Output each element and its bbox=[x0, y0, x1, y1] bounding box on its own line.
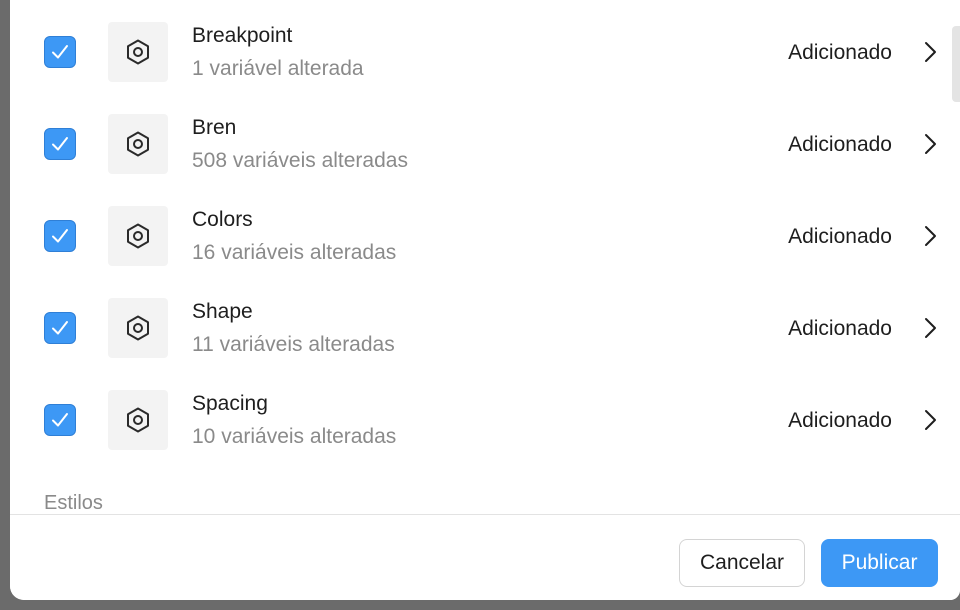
collection-status: Adicionado bbox=[788, 41, 892, 64]
chevron-right-icon[interactable] bbox=[920, 132, 940, 156]
checkmark-icon bbox=[52, 413, 68, 427]
collection-checkbox[interactable] bbox=[44, 128, 76, 160]
list-item[interactable]: Shape 11 variáveis alteradas Adicionado bbox=[10, 282, 950, 374]
dialog-footer: Cancelar Publicar bbox=[10, 514, 960, 600]
collection-status: Adicionado bbox=[788, 317, 892, 340]
collection-checkbox[interactable] bbox=[44, 220, 76, 252]
variable-collection-tile bbox=[108, 114, 168, 174]
collection-list: Breakpoint 1 variável alterada Adicionad… bbox=[10, 0, 950, 514]
collection-checkbox[interactable] bbox=[44, 404, 76, 436]
checkmark-icon bbox=[52, 137, 68, 151]
collection-status: Adicionado bbox=[788, 409, 892, 432]
list-item[interactable]: Spacing 10 variáveis alteradas Adicionad… bbox=[10, 374, 950, 466]
collection-changes: 1 variável alterada bbox=[192, 57, 364, 80]
collection-status: Adicionado bbox=[788, 133, 892, 156]
list-item[interactable]: Colors 16 variáveis alteradas Adicionado bbox=[10, 190, 950, 282]
checkmark-icon bbox=[52, 229, 68, 243]
collection-status: Adicionado bbox=[788, 225, 892, 248]
collection-name: Colors bbox=[192, 208, 253, 231]
chevron-right-icon[interactable] bbox=[920, 408, 940, 432]
collection-changes: 10 variáveis alteradas bbox=[192, 425, 397, 448]
collection-name: Bren bbox=[192, 116, 237, 139]
variable-collection-tile bbox=[108, 22, 168, 82]
variable-collection-tile bbox=[108, 206, 168, 266]
collection-checkbox[interactable] bbox=[44, 36, 76, 68]
list-item[interactable]: Breakpoint 1 variável alterada Adicionad… bbox=[10, 6, 950, 98]
list-item[interactable]: Bren 508 variáveis alteradas Adicionado bbox=[10, 98, 950, 190]
collection-name: Shape bbox=[192, 300, 253, 323]
hexagon-icon bbox=[127, 407, 149, 433]
hexagon-icon bbox=[127, 39, 149, 65]
hexagon-icon bbox=[127, 223, 149, 249]
variable-collection-tile bbox=[108, 298, 168, 358]
checkmark-icon bbox=[52, 321, 68, 335]
collection-name: Breakpoint bbox=[192, 24, 293, 47]
variable-collection-tile bbox=[108, 390, 168, 450]
collection-changes: 508 variáveis alteradas bbox=[192, 149, 408, 172]
publish-button[interactable]: Publicar bbox=[821, 539, 938, 587]
chevron-right-icon[interactable] bbox=[920, 316, 940, 340]
checkmark-icon bbox=[52, 45, 68, 59]
cancel-button[interactable]: Cancelar bbox=[679, 539, 805, 587]
scrollbar[interactable] bbox=[952, 26, 960, 102]
chevron-right-icon[interactable] bbox=[920, 224, 940, 248]
publish-dialog: Breakpoint 1 variável alterada Adicionad… bbox=[10, 0, 960, 600]
chevron-right-icon[interactable] bbox=[920, 40, 940, 64]
collection-changes: 16 variáveis alteradas bbox=[192, 241, 397, 264]
hexagon-icon bbox=[127, 315, 149, 341]
collection-changes: 11 variáveis alteradas bbox=[192, 333, 395, 356]
collection-name: Spacing bbox=[192, 392, 268, 415]
styles-section-label: Estilos bbox=[44, 492, 103, 514]
collection-checkbox[interactable] bbox=[44, 312, 76, 344]
hexagon-icon bbox=[127, 131, 149, 157]
